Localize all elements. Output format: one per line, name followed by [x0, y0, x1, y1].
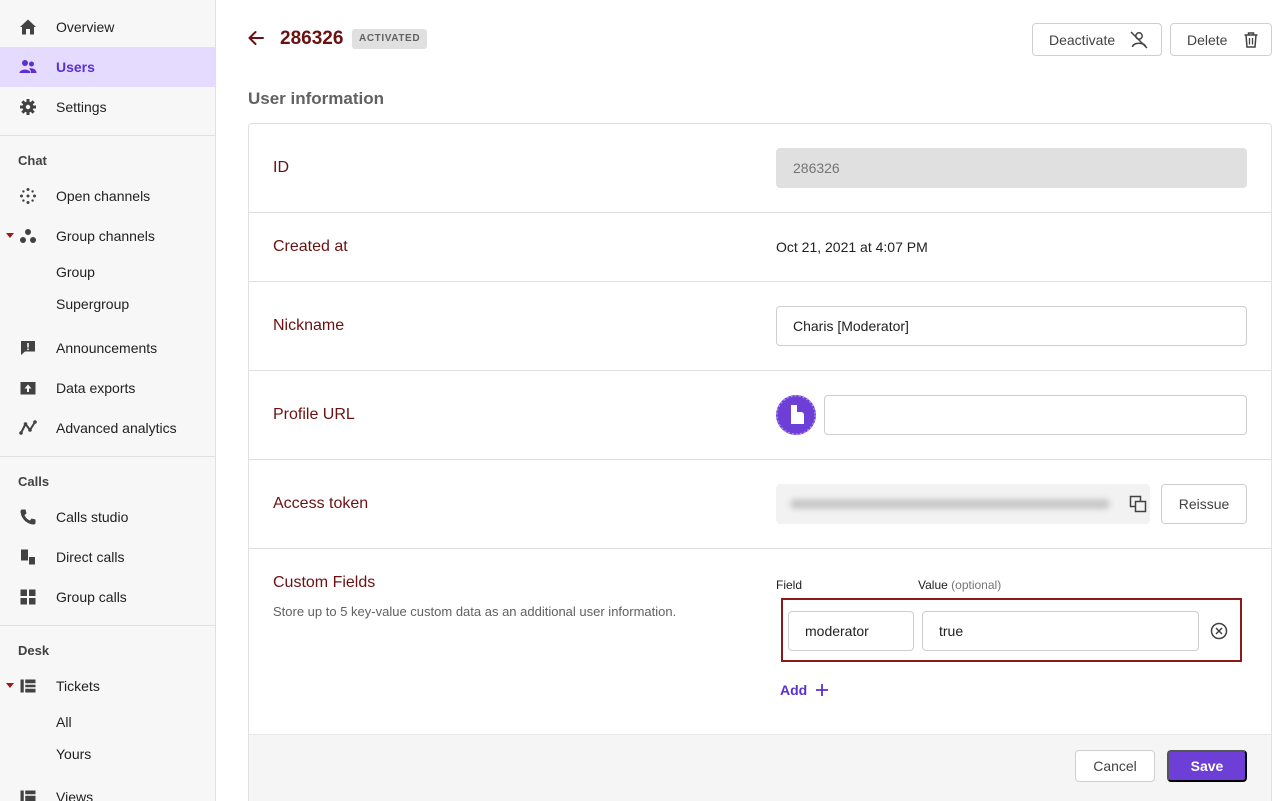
- nickname-label: Nickname: [273, 317, 345, 334]
- custom-field-key-input[interactable]: moderator: [788, 611, 914, 651]
- sidebar-section-desk: Desk: [18, 643, 50, 658]
- profile-url-label: Profile URL: [273, 406, 355, 423]
- sidebar-divider: [0, 625, 215, 626]
- profile-url-field[interactable]: [824, 395, 1247, 435]
- delete-label: Delete: [1187, 31, 1228, 48]
- analytics-icon: [18, 418, 38, 438]
- open-channels-icon: [18, 186, 38, 206]
- sidebar-divider: [0, 456, 215, 457]
- sidebar-item-group-channels[interactable]: Group channels: [0, 216, 215, 256]
- sidebar-item-label: Open channels: [56, 188, 151, 204]
- sidebar-item-calls-studio[interactable]: Calls studio: [0, 497, 215, 537]
- sidebar-item-data-exports[interactable]: Data exports: [0, 368, 215, 408]
- optional-hint: (optional): [951, 578, 1002, 592]
- sidebar-item-tickets[interactable]: Tickets: [0, 666, 215, 706]
- section-title: User information: [248, 89, 385, 108]
- home-icon: [18, 17, 38, 37]
- tickets-icon: [18, 676, 38, 696]
- deactivate-label: Deactivate: [1049, 31, 1116, 48]
- back-arrow-icon[interactable]: [246, 28, 266, 48]
- views-icon: [18, 787, 38, 801]
- sidebar-item-label: Settings: [56, 99, 107, 115]
- sidebar-item-label: Tickets: [56, 678, 100, 694]
- sidebar-item-label: Announcements: [56, 340, 158, 356]
- field-column-header: Field: [776, 578, 803, 592]
- sidebar-divider: [0, 135, 215, 136]
- value-column-header: Value (optional): [918, 578, 1001, 592]
- created-at-label: Created at: [273, 238, 348, 255]
- copy-icon[interactable]: [1128, 494, 1148, 514]
- delete-button[interactable]: Delete: [1170, 23, 1272, 56]
- plus-icon: [815, 683, 829, 697]
- value-header-label: Value: [918, 578, 948, 592]
- sidebar-item-label: Data exports: [56, 380, 136, 396]
- sidebar-item-settings[interactable]: Settings: [0, 87, 215, 127]
- id-label: ID: [273, 159, 289, 176]
- status-badge: ACTIVATED: [352, 29, 428, 49]
- sidebar-section-chat: Chat: [18, 153, 47, 168]
- sidebar-subitem-supergroup[interactable]: Supergroup: [56, 296, 129, 312]
- access-token-field: [776, 484, 1150, 524]
- direct-calls-icon: [18, 547, 38, 567]
- add-field-button[interactable]: Add: [780, 680, 829, 700]
- row-divider: [249, 370, 1271, 371]
- sidebar-item-views[interactable]: Views: [0, 777, 215, 801]
- row-divider: [249, 548, 1271, 549]
- sidebar-item-group-calls[interactable]: Group calls: [0, 577, 215, 617]
- sidebar-item-users[interactable]: Users: [0, 47, 215, 87]
- page-title: 286326: [280, 28, 344, 49]
- avatar[interactable]: [776, 395, 816, 435]
- custom-fields-description: Store up to 5 key-value custom data as a…: [273, 604, 677, 619]
- cancel-button[interactable]: Cancel: [1075, 750, 1155, 782]
- reissue-button[interactable]: Reissue: [1161, 484, 1247, 524]
- sidebar-item-open-channels[interactable]: Open channels: [0, 176, 215, 216]
- phone-icon: [18, 507, 38, 527]
- deactivate-user-icon: [1129, 30, 1149, 50]
- sidebar-item-label: Group channels: [56, 228, 155, 244]
- caret-down-icon: [6, 683, 14, 688]
- sidebar-subitem-yours[interactable]: Yours: [56, 746, 91, 762]
- custom-fields-title: Custom Fields: [273, 574, 376, 591]
- announcement-icon: [18, 338, 38, 358]
- row-divider: [249, 459, 1271, 460]
- deactivate-button[interactable]: Deactivate: [1032, 23, 1162, 56]
- trash-icon: [1241, 30, 1261, 50]
- id-field: 286326: [776, 148, 1247, 188]
- group-calls-icon: [18, 587, 38, 607]
- sidebar-item-label: Direct calls: [56, 549, 125, 565]
- sidebar-item-overview[interactable]: Overview: [0, 7, 215, 47]
- sidebar-item-label: Overview: [56, 19, 115, 35]
- obscured-token: [790, 499, 1110, 509]
- save-button[interactable]: Save: [1167, 750, 1247, 782]
- reissue-label: Reissue: [1178, 496, 1230, 512]
- add-label: Add: [780, 682, 808, 698]
- caret-down-icon: [6, 233, 14, 238]
- avatar-placeholder-icon: [776, 395, 816, 435]
- sidebar-item-announcements[interactable]: Announcements: [0, 328, 215, 368]
- sidebar-item-label: Calls studio: [56, 509, 129, 525]
- row-divider: [249, 281, 1271, 282]
- row-divider: [249, 212, 1271, 213]
- sidebar-item-label: Users: [56, 59, 95, 75]
- sidebar-section-calls: Calls: [18, 474, 50, 489]
- remove-field-icon[interactable]: [1209, 621, 1229, 641]
- users-icon: [18, 57, 38, 77]
- access-token-label: Access token: [273, 495, 369, 512]
- data-export-icon: [18, 378, 38, 398]
- sidebar-item-label: Views: [56, 789, 94, 801]
- group-channels-icon: [18, 226, 38, 246]
- sidebar-item-label: Group calls: [56, 589, 127, 605]
- sidebar-subitem-group[interactable]: Group: [56, 264, 95, 280]
- user-info-card: [248, 123, 1272, 801]
- sidebar-item-label: Advanced analytics: [56, 420, 177, 436]
- gear-icon: [18, 97, 38, 117]
- sidebar: Overview Users Settings Chat Open channe…: [0, 0, 216, 801]
- nickname-field[interactable]: Charis [Moderator]: [776, 306, 1247, 346]
- sidebar-item-advanced-analytics[interactable]: Advanced analytics: [0, 408, 215, 448]
- sidebar-item-direct-calls[interactable]: Direct calls: [0, 537, 215, 577]
- created-at-value: Oct 21, 2021 at 4:07 PM: [776, 239, 928, 255]
- custom-field-value-input[interactable]: true: [922, 611, 1199, 651]
- sidebar-subitem-all[interactable]: All: [56, 714, 72, 730]
